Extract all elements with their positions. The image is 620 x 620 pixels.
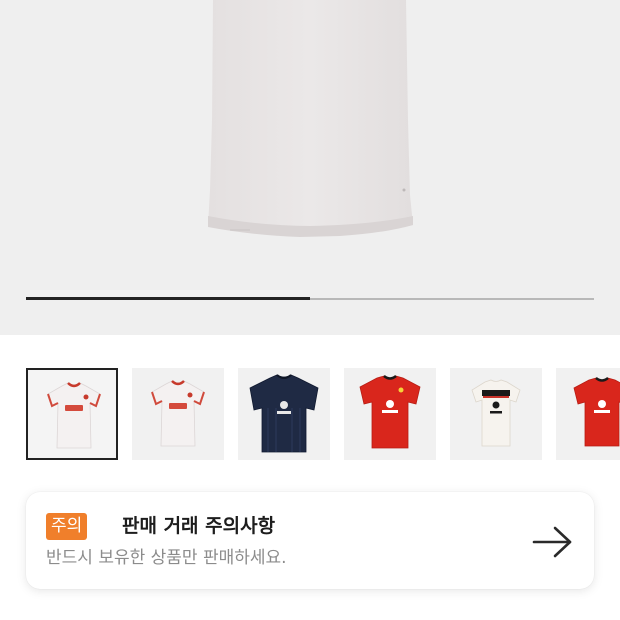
thumbnail-navy-training-shirt[interactable]	[238, 368, 330, 460]
white-away-kit-thumbnail-image	[471, 379, 521, 447]
thumbnail-red-home-kit-partial[interactable]	[556, 368, 620, 460]
gallery-scroll-indicator	[26, 297, 594, 300]
navy-shirt-thumbnail-image	[249, 374, 319, 453]
thumbnail-white-away-kit[interactable]	[450, 368, 542, 460]
notice-badge: 주의	[46, 513, 88, 540]
thumbnail-red-home-kit[interactable]	[344, 368, 436, 460]
white-kit-thumbnail-image	[151, 380, 205, 447]
notice-subtitle: 반드시 보유한 상품만 판매하세요.	[46, 548, 287, 568]
arrow-right-icon[interactable]	[530, 523, 576, 561]
sales-notice-card[interactable]: 주의 판매 거래 주의사항 반드시 보유한 상품만 판매하세요.	[26, 492, 594, 589]
thumbnail-strip[interactable]	[26, 368, 620, 460]
thumbnail-white-third-kit-front-alt[interactable]	[132, 368, 224, 460]
red-kit-thumbnail-image	[573, 376, 620, 447]
product-image-area[interactable]	[0, 0, 620, 335]
red-kit-thumbnail-image	[359, 374, 421, 449]
notice-title: 판매 거래 주의사항	[122, 515, 276, 537]
thumbnail-white-third-kit-front[interactable]	[26, 368, 118, 460]
product-image	[208, 0, 413, 237]
gallery-scroll-indicator-fill	[26, 297, 310, 300]
white-kit-thumbnail-image	[47, 382, 101, 449]
